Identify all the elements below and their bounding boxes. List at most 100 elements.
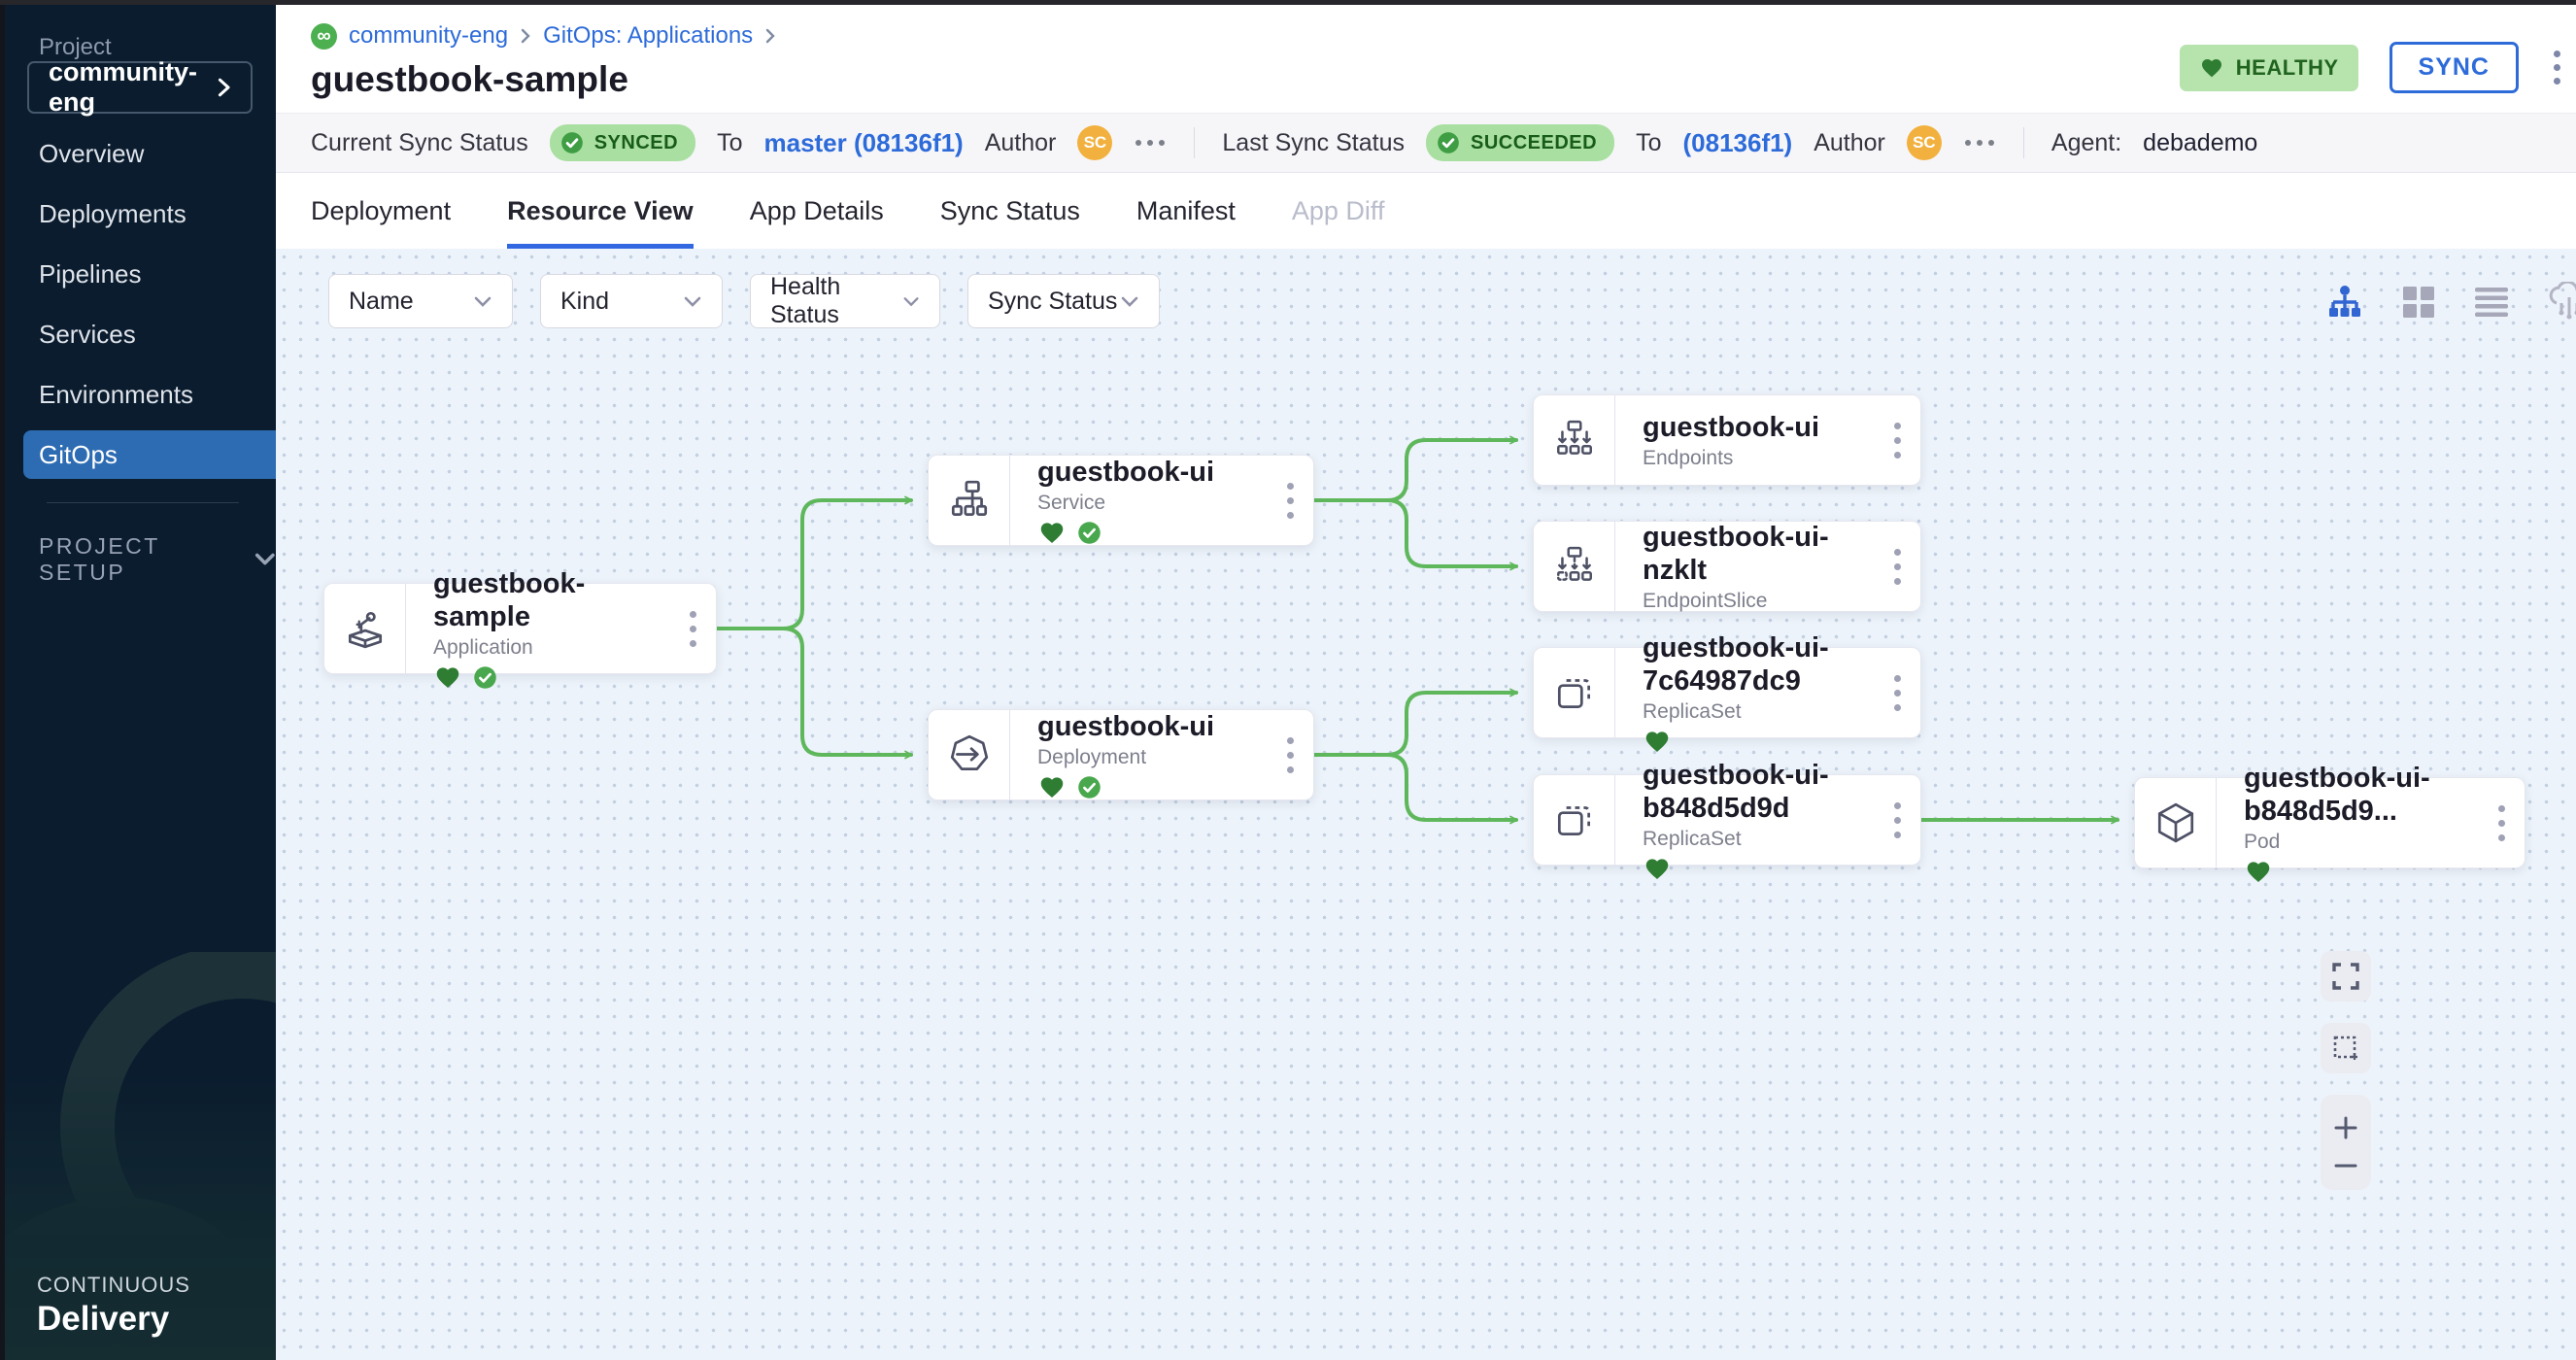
filter-kind-dropdown[interactable]: Kind	[540, 274, 723, 328]
tab-sync-status[interactable]: Sync Status	[940, 173, 1080, 249]
node-kind: Pod	[2244, 831, 2478, 854]
current-to-label: To	[717, 129, 742, 157]
health-badge-label: HEALTHY	[2236, 55, 2339, 81]
healthy-heart-icon	[1643, 729, 1672, 755]
last-author-avatar[interactable]: SC	[1907, 125, 1942, 160]
filter-sync-status-dropdown[interactable]: Sync Status	[967, 274, 1160, 328]
synced-badge: SYNCED	[550, 124, 695, 161]
node-status-icons	[1037, 774, 1267, 800]
tab-bar: Deployment Resource View App Details Syn…	[276, 173, 2576, 249]
project-setup-toggle[interactable]: PROJECT SETUP	[39, 533, 276, 586]
healthy-heart-icon	[1643, 856, 1672, 882]
canvas-controls	[2321, 951, 2371, 1190]
node-endpointslice-guestbook-ui-nzklt[interactable]: guestbook-ui-nzklt EndpointSlice	[1533, 521, 1921, 612]
node-status-icons	[1643, 729, 1874, 755]
agent-label: Agent:	[2051, 129, 2121, 157]
current-author-label: Author	[985, 129, 1057, 157]
node-kind: Deployment	[1037, 746, 1267, 769]
health-status-badge: HEALTHY	[2180, 45, 2358, 91]
node-endpoints-guestbook-ui[interactable]: guestbook-ui Endpoints	[1533, 394, 1921, 486]
project-name: community-eng	[49, 57, 217, 118]
resource-tree-canvas[interactable]: Name Kind Health Status Sync Status	[276, 249, 2576, 1360]
sidebar-item-overview[interactable]: Overview	[0, 123, 276, 184]
breadcrumb-separator-icon	[764, 27, 776, 45]
current-author-avatar[interactable]: SC	[1077, 125, 1112, 160]
succeeded-badge-label: SUCCEEDED	[1471, 132, 1597, 154]
breadcrumb-separator-icon	[520, 27, 531, 45]
node-replicaset-guestbook-ui-7c64987dc9[interactable]: guestbook-ui-7c64987dc9 ReplicaSet	[1533, 647, 1921, 738]
breadcrumb-project-link[interactable]: community-eng	[349, 22, 508, 50]
replicaset-icon	[1534, 775, 1615, 865]
node-application-guestbook-sample[interactable]: guestbook-sample Application	[323, 583, 717, 674]
node-kind: ReplicaSet	[1643, 700, 1874, 724]
selection-zoom-button[interactable]	[2321, 1023, 2371, 1073]
node-menu-button[interactable]	[1874, 522, 1920, 611]
tab-app-details[interactable]: App Details	[750, 173, 884, 249]
chevron-down-icon	[902, 295, 920, 308]
node-menu-button[interactable]	[669, 584, 716, 673]
last-to-label: To	[1636, 129, 1661, 157]
fit-to-screen-button[interactable]	[2321, 951, 2371, 1002]
node-menu-button[interactable]	[1267, 710, 1313, 799]
breadcrumb-applications-link[interactable]: GitOps: Applications	[543, 22, 753, 50]
brand-line-delivery: Delivery	[37, 1300, 190, 1339]
sidebar-item-deployments[interactable]: Deployments	[0, 184, 276, 244]
node-title: guestbook-ui	[1037, 711, 1267, 743]
node-kind: Endpoints	[1643, 447, 1874, 470]
current-more-button[interactable]	[1134, 140, 1167, 146]
tab-deployment[interactable]: Deployment	[311, 173, 451, 249]
node-deployment-guestbook-ui[interactable]: guestbook-ui Deployment	[928, 709, 1314, 800]
grid-view-icon[interactable]	[2401, 285, 2436, 320]
healthy-heart-icon	[433, 664, 462, 691]
chevron-down-icon	[254, 552, 276, 567]
agent-value: debademo	[2143, 129, 2257, 157]
last-more-button[interactable]	[1963, 140, 1996, 146]
filter-sync-status-label: Sync Status	[988, 288, 1117, 316]
node-service-guestbook-ui[interactable]: guestbook-ui Service	[928, 455, 1314, 546]
tab-manifest[interactable]: Manifest	[1136, 173, 1236, 249]
statusbar-divider	[1194, 127, 1195, 158]
sidebar-item-pipelines[interactable]: Pipelines	[0, 244, 276, 304]
node-pod-guestbook-ui-b848d5d9[interactable]: guestbook-ui-b848d5d9... Pod	[2134, 777, 2525, 868]
filter-name-dropdown[interactable]: Name	[328, 274, 513, 328]
list-view-icon[interactable]	[2473, 286, 2510, 319]
healthy-heart-icon	[1037, 774, 1067, 800]
synced-check-icon	[1076, 520, 1102, 546]
sync-button[interactable]: SYNC	[2390, 42, 2519, 93]
last-revision-link[interactable]: (08136f1)	[1682, 128, 1792, 158]
node-kind: ReplicaSet	[1643, 828, 1874, 851]
synced-check-icon	[1076, 774, 1102, 800]
node-menu-button[interactable]	[1874, 395, 1920, 485]
node-menu-button[interactable]	[1874, 775, 1920, 865]
succeeded-badge: SUCCEEDED	[1426, 124, 1614, 161]
filter-name-label: Name	[349, 288, 414, 316]
sidebar-item-services[interactable]: Services	[0, 304, 276, 364]
synced-check-icon	[472, 664, 498, 691]
project-selector[interactable]: community-eng	[27, 61, 253, 114]
node-kind: Application	[433, 636, 669, 660]
sidebar: Project community-eng Overview Deploymen…	[0, 5, 276, 1360]
node-menu-button[interactable]	[2478, 778, 2525, 867]
last-sync-status-label: Last Sync Status	[1222, 129, 1405, 157]
node-title: guestbook-ui-b848d5d9d	[1643, 760, 1874, 825]
node-replicaset-guestbook-ui-b848d5d9d[interactable]: guestbook-ui-b848d5d9d ReplicaSet	[1533, 774, 1921, 866]
zoom-in-button[interactable]	[2321, 1115, 2371, 1140]
header-more-menu-button[interactable]	[2550, 47, 2564, 88]
zoom-out-button[interactable]	[2321, 1162, 2371, 1170]
sidebar-item-gitops[interactable]: GitOps	[23, 430, 276, 479]
check-circle-icon	[559, 130, 585, 155]
zoom-in-out-control	[2321, 1095, 2371, 1190]
tab-app-diff[interactable]: App Diff	[1292, 173, 1385, 249]
node-menu-button[interactable]	[1267, 456, 1313, 545]
main-area: ∞ community-eng GitOps: Applications gue…	[276, 5, 2576, 1360]
sidebar-item-environments[interactable]: Environments	[0, 364, 276, 425]
current-revision-link[interactable]: master (08136f1)	[763, 128, 963, 158]
tree-view-icon[interactable]	[2325, 284, 2364, 321]
node-status-icons	[1037, 520, 1267, 546]
cloud-view-icon[interactable]	[2547, 282, 2576, 323]
tab-resource-view[interactable]: Resource View	[507, 173, 694, 249]
sync-status-bar: Current Sync Status SYNCED To master (08…	[276, 113, 2576, 173]
node-menu-button[interactable]	[1874, 648, 1920, 737]
filter-health-status-dropdown[interactable]: Health Status	[750, 274, 940, 328]
check-circle-icon	[1436, 130, 1461, 155]
